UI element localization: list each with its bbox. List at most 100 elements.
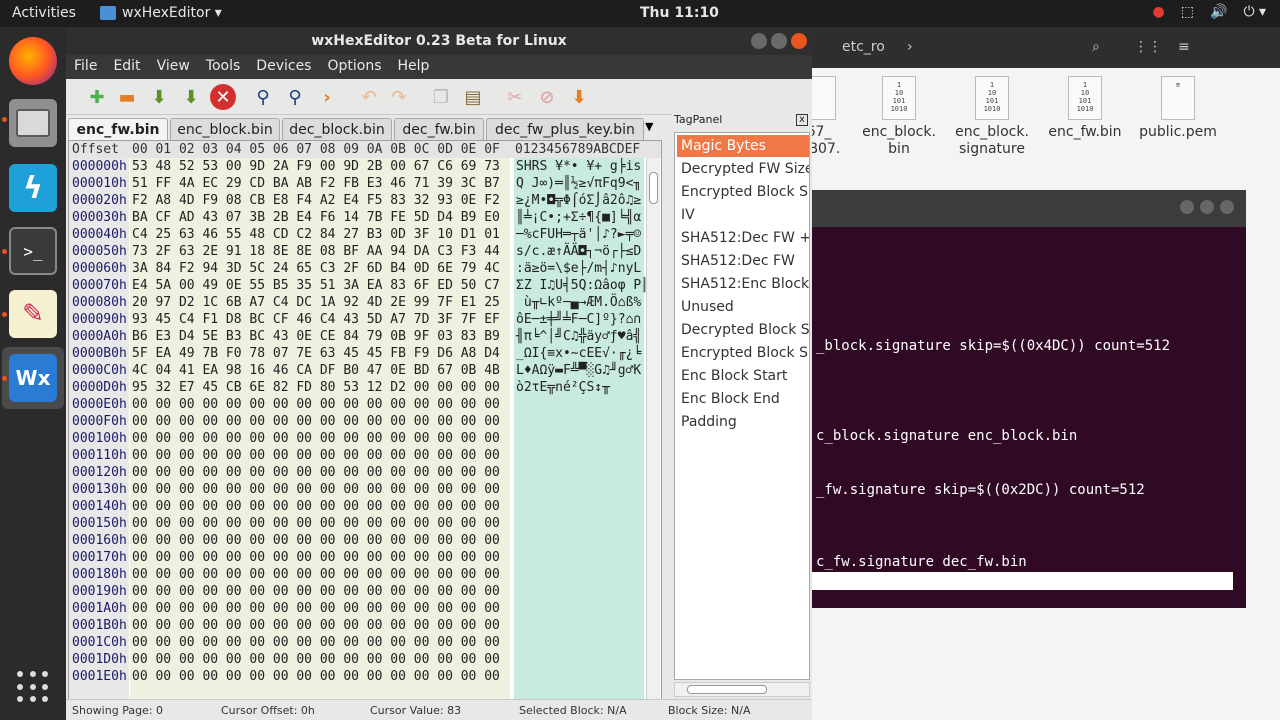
tag-item[interactable]: Padding [677,411,809,433]
text-row[interactable]: ΣZ I♫U╡5Q:Ωâoφ P╟ [516,277,649,294]
scrollbar-thumb[interactable] [687,685,767,694]
hex-row[interactable]: 53 48 52 53 00 9D 2A F9 00 9D 2B 00 67 C… [132,158,500,175]
cut-icon[interactable]: ✂ [502,84,528,110]
hex-row[interactable]: 20 97 D2 1C 6B A7 C4 DC 1A 92 4D 2E 99 7… [132,294,500,311]
redo-icon[interactable]: ↷ [386,84,412,110]
delete-icon[interactable]: ⊘ [534,84,560,110]
tab-list-dropdown[interactable]: ▼ [645,120,661,138]
activities-button[interactable]: Activities [12,5,76,21]
hex-row[interactable]: 00 00 00 00 00 00 00 00 00 00 00 00 00 0… [132,498,500,515]
zap-icon[interactable]: ϟ [9,164,57,212]
file-item[interactable]: 1 10 101 1010 enc_block. signature [947,76,1037,158]
text-row[interactable]: ôE─±╪╝╧F─C]º}?⌂∩ [516,311,641,328]
hex-row[interactable]: 00 00 00 00 00 00 00 00 00 00 00 00 00 0… [132,617,500,634]
hex-row[interactable]: 00 00 00 00 00 00 00 00 00 00 00 00 00 0… [132,549,500,566]
vertical-scrollbar[interactable] [646,158,660,711]
hex-row[interactable]: 4C 04 41 EA 98 16 46 CA DF B0 47 0E BD 6… [132,362,500,379]
recording-icon[interactable]: ● [1153,4,1165,20]
hex-row[interactable]: 00 00 00 00 00 00 00 00 00 00 00 00 00 0… [132,651,500,668]
hex-row[interactable]: 3A 84 F2 94 3D 5C 24 65 C3 2F 6D B4 0D 6… [132,260,500,277]
app-grid-icon[interactable] [17,671,49,703]
scrollbar-thumb[interactable] [649,172,658,204]
tag-item[interactable]: Decrypted FW Size [677,158,809,180]
hex-column[interactable]: 53 48 52 53 00 9D 2A F9 00 9D 2B 00 67 C… [130,158,510,711]
insert-icon[interactable]: ⬇ [566,84,592,110]
tag-item[interactable]: Encrypted Block Sig [677,342,809,364]
minimize-icon[interactable] [1180,200,1194,214]
hex-row[interactable]: 00 00 00 00 00 00 00 00 00 00 00 00 00 0… [132,566,500,583]
horizontal-scrollbar[interactable] [674,682,810,697]
text-row[interactable]: ╢π╘^│╝C♫╬äy♂ƒ♥â╣ [516,328,641,345]
file-item[interactable]: ≡ public.pem [1133,76,1223,141]
tab-dec-fw-bin[interactable]: dec_fw.bin [394,118,484,141]
maximize-icon[interactable] [771,33,787,49]
text-row[interactable]: ─%cFUH═┬ä'│♪?►╤☺ [516,226,641,243]
text-row[interactable]: ║╧¡C•;+Σ÷¶{■]╘╣α [516,209,641,226]
volume-icon[interactable]: 🔊 [1210,4,1227,20]
text-editor-icon[interactable]: ✎ [9,290,57,338]
goto-offset-icon[interactable]: › [314,84,340,110]
hex-row[interactable]: B6 E3 D4 5E B3 BC 43 0E CE 84 79 0B 9F 0… [132,328,500,345]
hex-row[interactable]: 00 00 00 00 00 00 00 00 00 00 00 00 00 0… [132,447,500,464]
text-row[interactable]: s/c.æ↑ÄÄ◘┐¬ö┌├≤D [516,243,641,260]
hex-row[interactable]: 51 FF 4A EC 29 CD BA AB F2 FB E3 46 71 3… [132,175,500,192]
menu-view[interactable]: View [149,55,198,79]
new-file-icon[interactable]: ✚ [84,84,110,110]
hex-row[interactable]: 00 00 00 00 00 00 00 00 00 00 00 00 00 0… [132,634,500,651]
text-column[interactable]: SHRS ¥*• ¥+ g╞is Q J∞)═║½≥√πFq9<╖ ≥¿M•◘╦Φ⌠… [514,158,649,711]
hex-row[interactable]: 00 00 00 00 00 00 00 00 00 00 00 00 00 0… [132,481,500,498]
close-icon[interactable] [791,33,807,49]
menu-icon[interactable]: ≡ [1178,39,1190,55]
tag-item[interactable]: SHA512:Dec FW [677,250,809,272]
text-row[interactable]: SHRS ¥*• ¥+ g╞is [516,158,641,175]
paste-icon[interactable]: ▤ [460,84,486,110]
undo-icon[interactable]: ↶ [356,84,382,110]
text-row[interactable]: ≥¿M•◘╦Φ⌠óΣ⌡â2ô♫≥ [516,192,641,209]
hex-row[interactable]: 00 00 00 00 00 00 00 00 00 00 00 00 00 0… [132,396,500,413]
hex-row[interactable]: 00 00 00 00 00 00 00 00 00 00 00 00 00 0… [132,532,500,549]
tag-item[interactable]: Decrypted Block Sig [677,319,809,341]
menu-devices[interactable]: Devices [248,55,319,79]
tab-dec-block-bin[interactable]: dec_block.bin [282,118,392,141]
hex-row[interactable]: 73 2F 63 2E 91 18 8E 8E 08 BF AA 94 DA C… [132,243,500,260]
tab-enc-fw-bin[interactable]: enc_fw.bin [68,118,168,141]
tag-item[interactable]: Unused [677,296,809,318]
hex-row[interactable]: BA CF AD 43 07 3B 2B E4 F6 14 7B FE 5D D… [132,209,500,226]
hex-row[interactable]: 95 32 E7 45 CB 6E 82 FD 80 53 12 D2 00 0… [132,379,500,396]
hex-row[interactable]: 93 45 C4 F1 D8 BC CF 46 C4 43 5D A7 7D 3… [132,311,500,328]
menu-help[interactable]: Help [390,55,438,79]
hex-row[interactable]: 00 00 00 00 00 00 00 00 00 00 00 00 00 0… [132,583,500,600]
text-row[interactable]: ù╥∟kº─▄→ÆM.Ö⌂ß% [516,294,641,311]
hex-row[interactable]: 00 00 00 00 00 00 00 00 00 00 00 00 00 0… [132,464,500,481]
open-folder-icon[interactable]: ▬ [114,84,140,110]
close-file-icon[interactable]: ✕ [210,84,236,110]
power-icon[interactable]: ⏻ ▾ [1243,4,1266,20]
hex-row[interactable]: F2 A8 4D F9 08 CB E8 F4 A2 E4 F5 83 32 9… [132,192,500,209]
terminal-icon[interactable]: >_ [9,227,57,275]
view-toggle-icon[interactable]: ⋮⋮ [1134,39,1162,55]
hex-row[interactable]: 5F EA 49 7B F0 78 07 7E 63 45 45 FB F9 D… [132,345,500,362]
tag-item[interactable]: Encrypted Block Siz [677,181,809,203]
text-row[interactable]: ò2τE╦né²ÇS↕╥ [516,379,610,396]
maximize-icon[interactable] [1200,200,1214,214]
save-as-icon[interactable]: ⬇ [178,84,204,110]
close-icon[interactable]: x [796,114,808,126]
menu-edit[interactable]: Edit [105,55,148,79]
wxhexeditor-icon[interactable]: Wx [9,354,57,402]
close-icon[interactable] [1220,200,1234,214]
hex-row[interactable]: 00 00 00 00 00 00 00 00 00 00 00 00 00 0… [132,668,500,685]
find-icon[interactable]: ⚲ [250,84,276,110]
tag-item[interactable]: Magic Bytes [677,135,809,157]
hex-row[interactable]: 00 00 00 00 00 00 00 00 00 00 00 00 00 0… [132,600,500,617]
tag-item[interactable]: Enc Block Start [677,365,809,387]
tag-item[interactable]: SHA512:Dec FW + K [677,227,809,249]
hex-row[interactable]: 00 00 00 00 00 00 00 00 00 00 00 00 00 0… [132,515,500,532]
menu-file[interactable]: File [66,55,105,79]
hex-row[interactable]: E4 5A 00 49 0E 55 B5 35 51 3A EA 83 6F E… [132,277,500,294]
text-row[interactable]: :ä≥ö=\$e├/m┤♪nyL [516,260,641,277]
chevron-right-icon[interactable]: › [907,39,913,55]
tag-item[interactable]: SHA512:Enc Block [677,273,809,295]
file-item[interactable]: 1 10 101 1010 enc_fw.bin [1040,76,1130,141]
hex-view[interactable]: Offset 00 01 02 03 04 05 06 07 08 09 0A … [68,140,662,712]
app-menu[interactable]: wxHexEditor ▾ [100,5,222,21]
